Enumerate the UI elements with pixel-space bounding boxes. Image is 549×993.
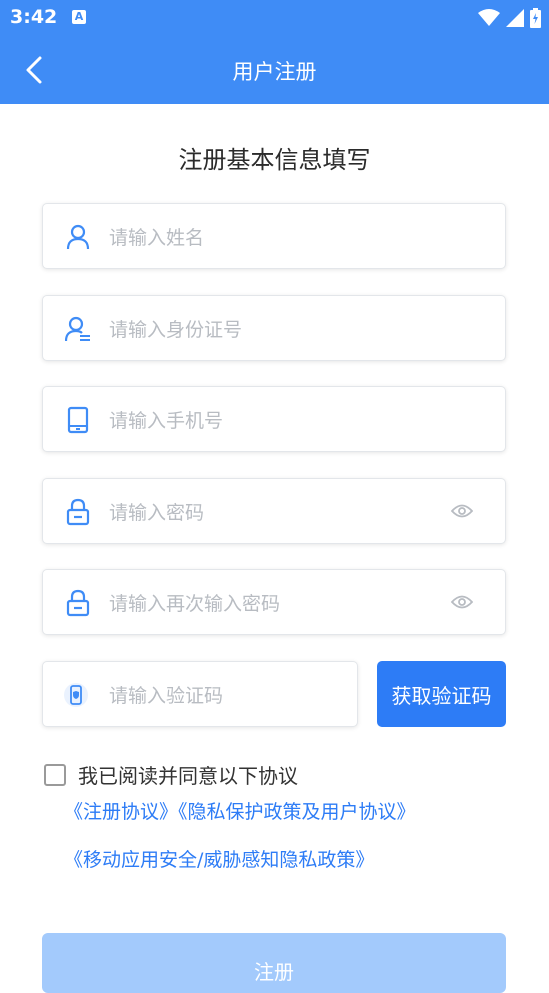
agreement-checkbox[interactable]	[44, 763, 66, 786]
shield-phone-icon	[64, 683, 88, 707]
phone-icon	[67, 406, 89, 434]
privacy-policy-link[interactable]: 《隐私保护政策及用户协议》	[178, 801, 416, 823]
id-card-input[interactable]	[107, 312, 431, 348]
user-id-icon	[65, 316, 90, 342]
agreement-links-row-2: 《移动应用安全/威胁感知隐私政策》	[64, 845, 374, 872]
security-policy-link[interactable]: 《移动应用安全/威胁感知隐私政策》	[64, 849, 374, 871]
eye-icon[interactable]	[451, 502, 473, 520]
name-field	[42, 203, 506, 269]
password-field	[42, 478, 506, 544]
form-heading: 注册基本信息填写	[178, 146, 371, 174]
code-field	[42, 661, 358, 727]
battery-icon	[530, 8, 541, 28]
get-code-button[interactable]: 获取验证码	[377, 661, 506, 727]
password-confirm-input[interactable]	[107, 586, 431, 622]
agreement-label: 我已阅读并同意以下协议	[78, 764, 298, 788]
agreement-links-row-1: 《注册协议》《隐私保护政策及用户协议》	[64, 797, 416, 824]
wifi-icon	[478, 9, 500, 26]
code-input[interactable]	[107, 678, 331, 714]
eye-icon[interactable]	[451, 593, 473, 611]
password-confirm-field	[42, 569, 506, 635]
notification-a-icon: A	[72, 10, 86, 24]
lock-icon	[66, 589, 90, 617]
lock-icon	[66, 498, 90, 526]
status-bar: 3:42 A	[0, 0, 549, 36]
agreement-row: 我已阅读并同意以下协议	[44, 760, 298, 789]
phone-input[interactable]	[107, 403, 431, 439]
password-input[interactable]	[107, 495, 431, 531]
app-bar: 用户注册	[0, 36, 549, 104]
page-title: 用户注册	[232, 60, 317, 84]
signal-icon	[506, 9, 524, 27]
register-agreement-link[interactable]: 《注册协议》	[64, 801, 178, 823]
system-icons	[478, 8, 541, 28]
id-card-field	[42, 295, 506, 361]
phone-field	[42, 386, 506, 452]
name-input[interactable]	[107, 220, 431, 256]
status-time: 3:42	[10, 6, 58, 28]
user-icon	[66, 224, 90, 250]
register-button[interactable]: 注册	[42, 933, 506, 993]
